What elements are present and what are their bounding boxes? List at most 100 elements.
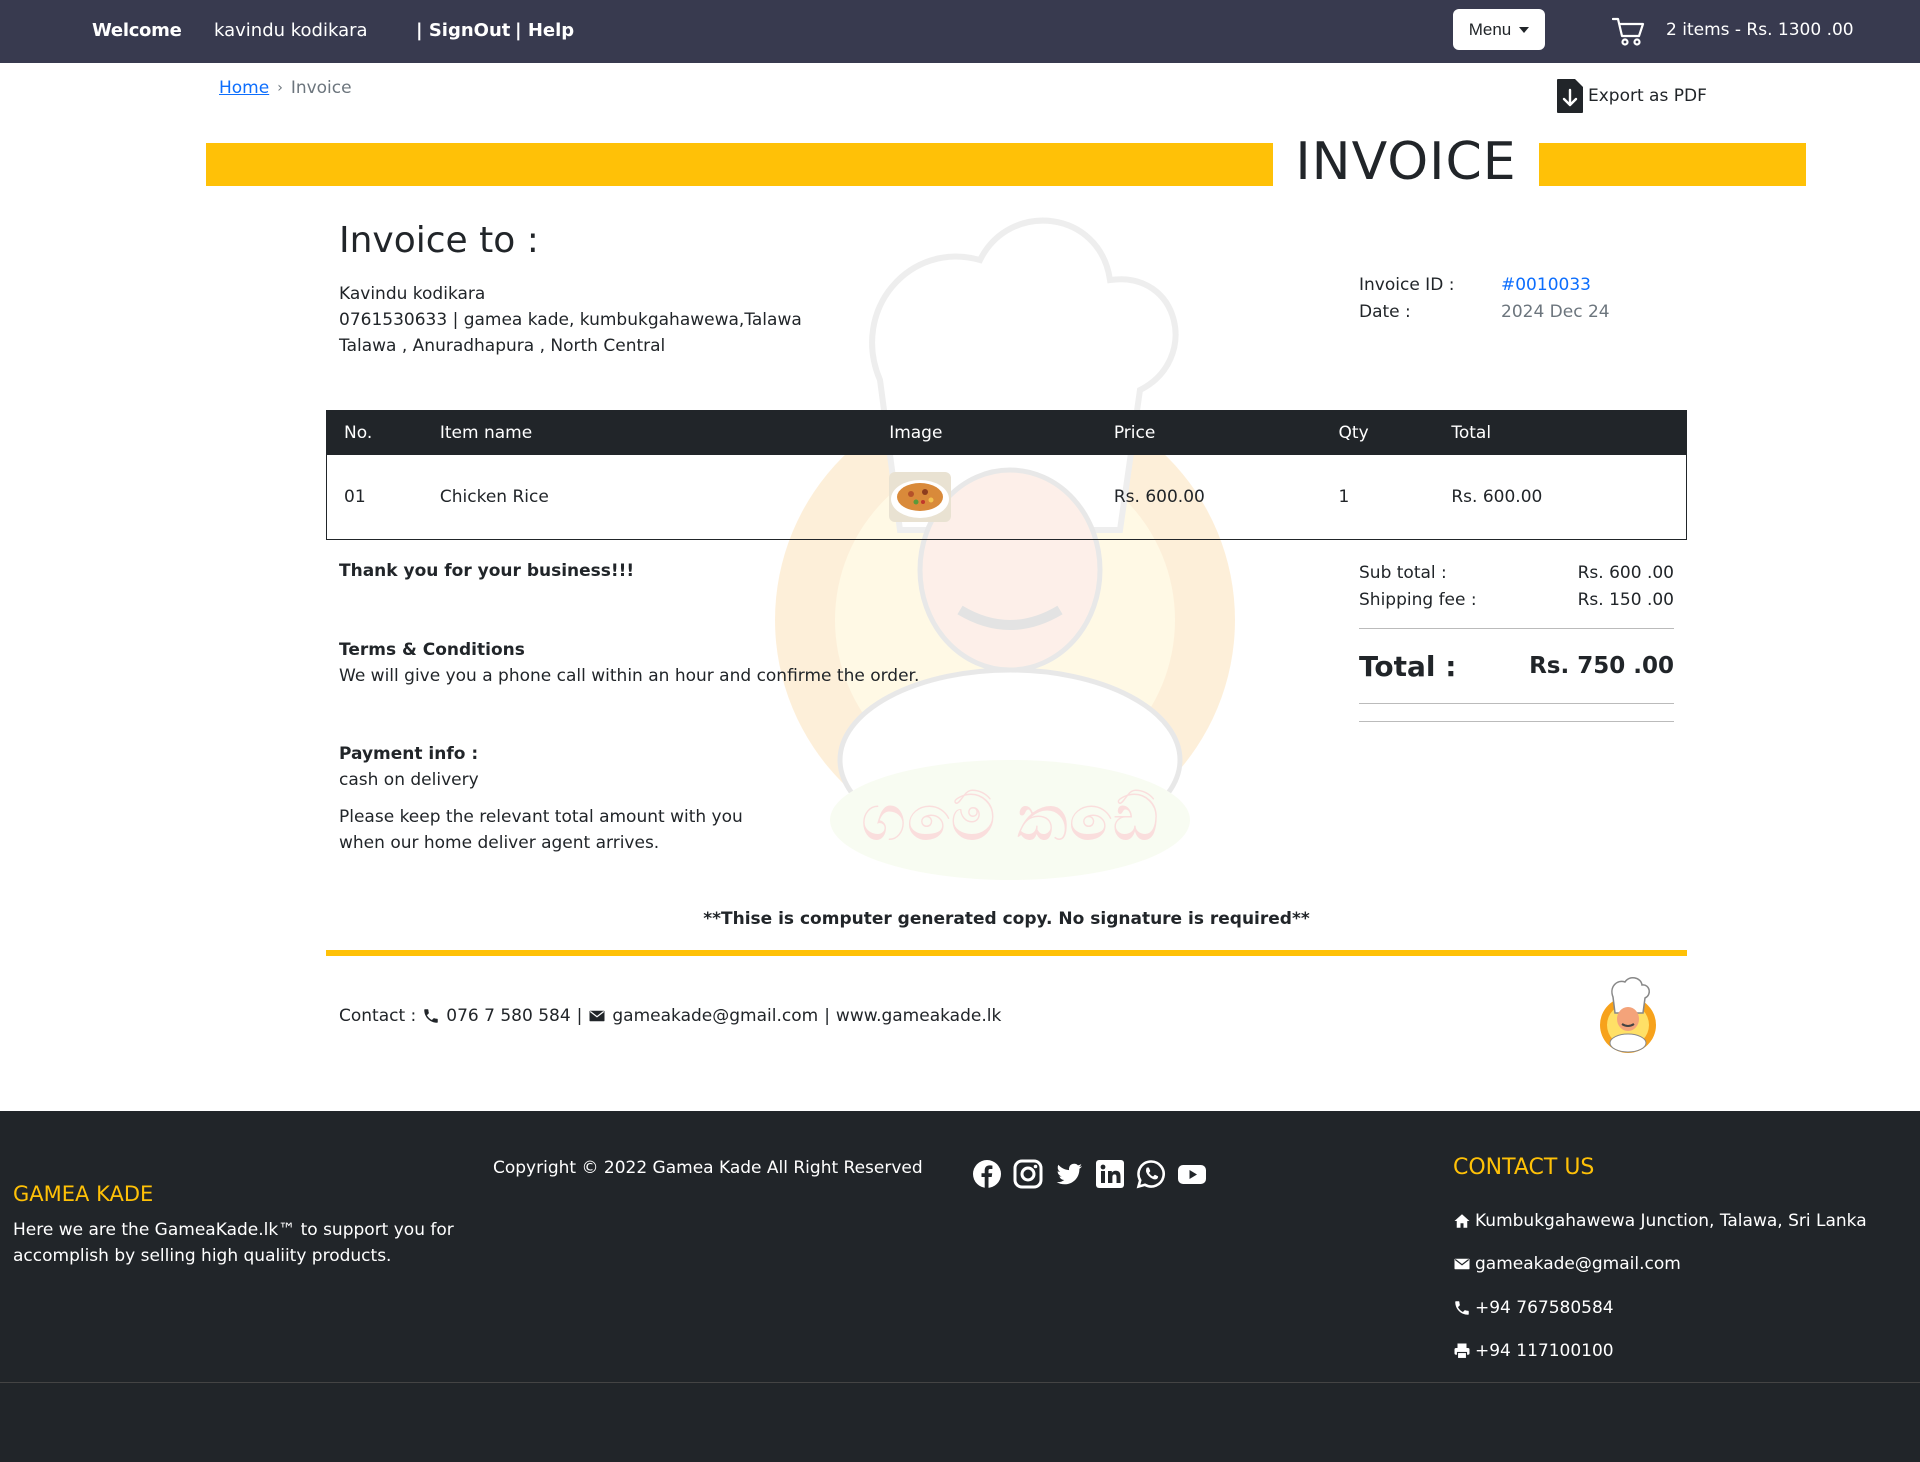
- header-qty: Qty: [1338, 423, 1369, 443]
- contact-phone: 076 7 580 584: [446, 1006, 571, 1026]
- phone-icon: [1455, 1301, 1469, 1315]
- envelope-icon: [589, 1010, 605, 1022]
- invoice-id-value: #0010033: [1501, 275, 1591, 295]
- svg-text:ගමේ කඩේ: ගමේ කඩේ: [861, 782, 1160, 856]
- contact-email[interactable]: gameakade@gmail.com: [612, 1006, 818, 1026]
- instagram-icon[interactable]: [1013, 1159, 1043, 1189]
- row-no: 01: [344, 487, 366, 507]
- username-link[interactable]: kavindu kodikara: [214, 20, 368, 41]
- footer-fax-text: +94 117100100: [1475, 1341, 1614, 1361]
- chef-logo-watermark: ගමේ කඩේ: [775, 217, 1235, 880]
- invoice-items-table: No. Item name Image Price Qty Total 01 C…: [326, 410, 1687, 540]
- printer-icon: [1454, 1343, 1470, 1360]
- footer-phone-text: +94 767580584: [1475, 1298, 1614, 1318]
- export-pdf-label: Export as PDF: [1588, 86, 1707, 106]
- computer-generated-note: **Thise is computer generated copy. No s…: [703, 909, 1310, 929]
- site-footer: GAMEA KADE Here we are the GameaKade.lk™…: [0, 1111, 1920, 1462]
- contact-separator: |: [824, 1006, 830, 1026]
- accent-divider: [326, 950, 1687, 956]
- footer-address-text: Kumbukgahawewa Junction, Talawa, Sri Lan…: [1475, 1211, 1867, 1231]
- welcome-label: Welcome: [92, 20, 182, 41]
- banner-bar-left: [206, 143, 1273, 186]
- chef-logo: [1600, 977, 1656, 1053]
- menu-label: Menu: [1468, 19, 1512, 39]
- chevron-right-icon: ›: [277, 80, 283, 96]
- footer-email-text[interactable]: gameakade@gmail.com: [1475, 1254, 1681, 1274]
- totals-block: Sub total : Rs. 600 .00 Shipping fee : R…: [1359, 560, 1674, 722]
- table-header: No. Item name Image Price Qty Total: [327, 411, 1686, 455]
- row-item-name: Chicken Rice: [439, 487, 549, 507]
- envelope-icon: [1454, 1258, 1470, 1270]
- facebook-icon[interactable]: [972, 1159, 1002, 1189]
- divider: [1359, 721, 1674, 722]
- grand-total-label: Total :: [1359, 649, 1457, 683]
- cart-icon[interactable]: [1612, 17, 1646, 47]
- shipping-label: Shipping fee :: [1359, 590, 1477, 610]
- linkedin-icon[interactable]: [1095, 1159, 1125, 1189]
- home-icon: [1454, 1214, 1470, 1228]
- contact-separator: |: [576, 1006, 583, 1026]
- thank-you-note: Thank you for your business!!!: [339, 561, 635, 581]
- row-qty: 1: [1338, 487, 1350, 507]
- footer-brand: GAMEA KADE: [13, 1182, 154, 1206]
- top-navbar: Welcome kavindu kodikara | SignOut | Hel…: [0, 0, 1920, 63]
- twitter-icon[interactable]: [1054, 1159, 1084, 1189]
- footer-address: Kumbukgahawewa Junction, Talawa, Sri Lan…: [1453, 1211, 1867, 1231]
- invoice-to-heading: Invoice to :: [339, 220, 539, 261]
- header-no: No.: [344, 423, 373, 443]
- terms-heading: Terms & Conditions: [339, 640, 525, 660]
- footer-email: gameakade@gmail.com: [1453, 1254, 1681, 1274]
- footer-contact-heading: CONTACT US: [1453, 1155, 1595, 1180]
- bill-to-block: Kavindu kodikara 0761530633 | gamea kade…: [339, 281, 802, 359]
- header-image: Image: [889, 423, 943, 443]
- terms-text: We will give you a phone call within an …: [339, 666, 920, 686]
- export-pdf-button[interactable]: Export as PDF: [1556, 78, 1707, 114]
- invoice-heading: INVOICE: [1295, 132, 1517, 192]
- breadcrumb-home-link[interactable]: Home: [219, 78, 269, 98]
- contact-label: Contact :: [339, 1006, 417, 1026]
- payment-note-line1: Please keep the relevant total amount wi…: [339, 807, 743, 827]
- header-item-name: Item name: [439, 423, 533, 443]
- footer-about: Here we are the GameaKade.lk™ to support…: [13, 1220, 454, 1266]
- footer-copyright: Copyright © 2022 Gamea Kade All Right Re…: [493, 1158, 923, 1178]
- table-row: 01 Chicken Rice Rs. 600.00 1 Rs. 600.00: [327, 455, 1686, 539]
- signout-link[interactable]: | SignOut: [416, 20, 510, 41]
- contact-website[interactable]: www.gameakade.lk: [836, 1006, 1001, 1026]
- subtotal-value: Rs. 600 .00: [1577, 563, 1674, 583]
- help-link[interactable]: | Help: [515, 20, 574, 41]
- customer-name: Kavindu kodikara: [339, 284, 486, 304]
- payment-method: cash on delivery: [339, 770, 479, 790]
- invoice-contact-line: Contact : 076 7 580 584 | gameakade@gmai…: [339, 1006, 1001, 1026]
- footer-fax: +94 117100100: [1453, 1341, 1614, 1361]
- divider: [1359, 703, 1674, 704]
- payment-info-heading: Payment info :: [339, 744, 479, 764]
- menu-dropdown-button[interactable]: Menu: [1453, 9, 1545, 50]
- whatsapp-icon[interactable]: [1136, 1159, 1166, 1189]
- shipping-value: Rs. 150 .00: [1577, 590, 1674, 610]
- invoice-id-label: Invoice ID :: [1359, 275, 1455, 295]
- row-image-cell: [889, 472, 1114, 522]
- footer-phone: +94 767580584: [1453, 1298, 1614, 1318]
- chicken-rice-image: [889, 472, 952, 522]
- footer-divider: [0, 1382, 1920, 1383]
- breadcrumb-current: Invoice: [290, 78, 352, 98]
- header-price: Price: [1113, 423, 1156, 443]
- grand-total-value: Rs. 750 .00: [1529, 653, 1674, 679]
- payment-note: Please keep the relevant total amount wi…: [339, 804, 743, 856]
- payment-note-line2: when our home deliver agent arrives.: [339, 833, 660, 853]
- customer-address-line1: 0761530633 | gamea kade, kumbukgahawewa,…: [339, 310, 802, 330]
- file-download-icon: [1557, 79, 1583, 113]
- customer-address-line2: Talawa , Anuradhapura , North Central: [339, 336, 666, 356]
- caret-down-icon: [1519, 26, 1530, 33]
- youtube-icon[interactable]: [1177, 1159, 1207, 1189]
- social-links: [972, 1159, 1207, 1189]
- breadcrumb: Home › Invoice: [219, 78, 352, 98]
- row-price: Rs. 600.00: [1113, 487, 1205, 507]
- phone-icon: [424, 1009, 439, 1023]
- row-total: Rs. 600.00: [1451, 487, 1543, 507]
- invoice-meta: Invoice ID : #0010033 Date : 2024 Dec 24: [1359, 272, 1610, 326]
- banner-bar-right: [1539, 143, 1806, 186]
- invoice-date-value: 2024 Dec 24: [1501, 302, 1610, 322]
- cart-summary[interactable]: 2 items - Rs. 1300 .00: [1666, 20, 1854, 40]
- subtotal-label: Sub total :: [1359, 563, 1447, 583]
